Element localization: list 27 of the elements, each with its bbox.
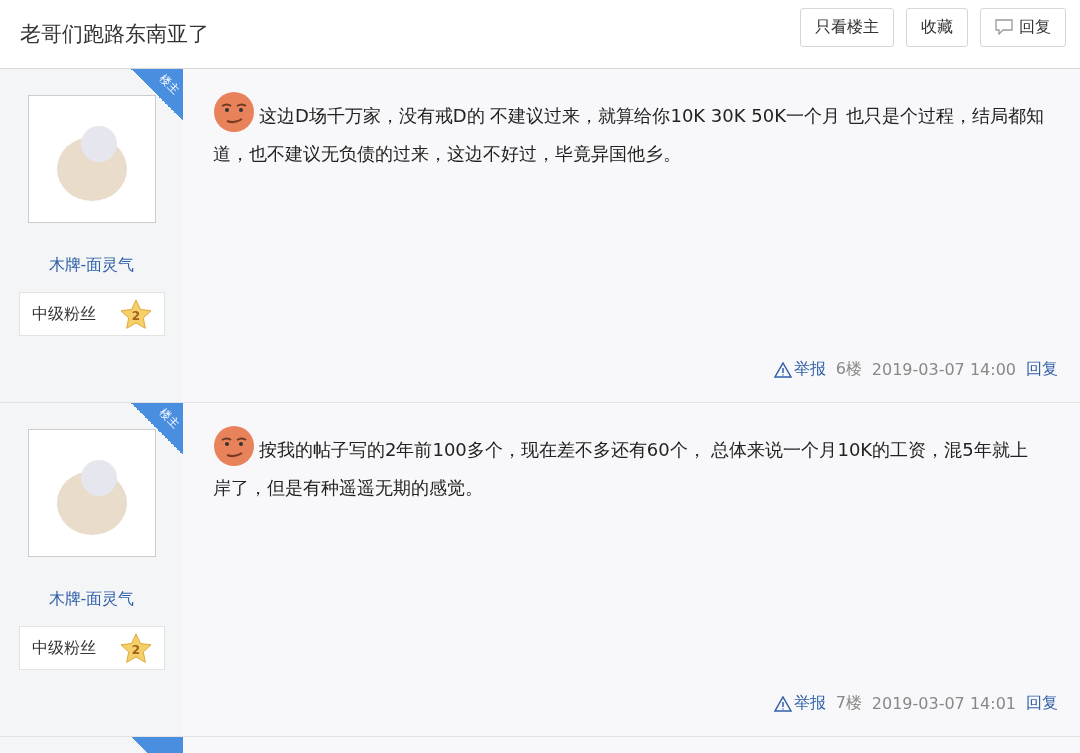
warning-icon [773, 361, 792, 378]
username-link[interactable]: 木牌-面灵气 [48, 589, 135, 610]
thread-button[interactable]: 收藏 [906, 7, 968, 47]
floor-number: 7楼 [835, 693, 862, 714]
post-text: 这边D场千万家，没有戒D的 不建议过来，就算给你10K 30K 50K一个月 也只是个过程，结局都知道，也不建议无负债的过来，这边不好过，毕竟异国他乡。 [213, 97, 1044, 173]
rank-label: 中级粉丝 [31, 303, 96, 325]
thread-title: 老哥们跑路东南亚了 [20, 21, 209, 48]
emoticon-face-icon [213, 425, 255, 467]
floor-number: 6楼 [835, 359, 862, 380]
thread-button[interactable]: 回复 [980, 7, 1066, 47]
thread-button[interactable]: 只看楼主 [800, 7, 894, 47]
report-link[interactable]: 举报 [773, 359, 826, 380]
reply-link[interactable]: 回复 [1026, 693, 1058, 714]
reply-link[interactable]: 回复 [1026, 359, 1058, 380]
level-star-icon: 2 [119, 299, 152, 329]
op-ribbon: 楼主 [131, 69, 183, 121]
post-text: 按我的帖子写的2年前100多个，现在差不多还有60个， 总体来说一个月10K的工资，混5年就上岸了，但是有种遥遥无期的感觉。 [213, 431, 1044, 507]
level-star-icon: 2 [119, 633, 152, 663]
rank-label: 中级粉丝 [31, 637, 96, 659]
username-link[interactable]: 木牌-面灵气 [48, 255, 135, 276]
warning-icon [773, 695, 792, 712]
emoticon-face-icon [213, 91, 255, 133]
comment-icon [995, 19, 1013, 35]
post-time: 2019-03-07 14:00 [871, 360, 1016, 379]
op-ribbon: 楼主 [131, 403, 183, 455]
report-link[interactable]: 举报 [773, 693, 826, 714]
post-time: 2019-03-07 14:01 [871, 694, 1016, 713]
